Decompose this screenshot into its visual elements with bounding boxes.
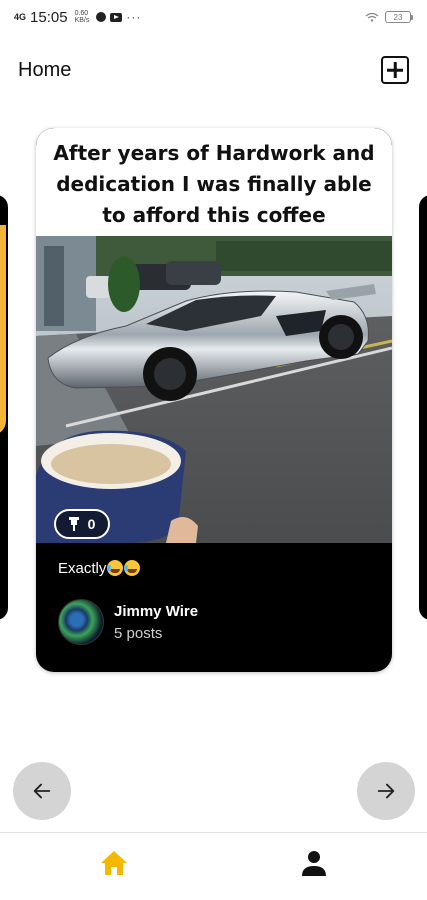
status-time: 15:05 <box>30 8 68 26</box>
previous-post-button[interactable] <box>13 762 71 820</box>
post-text: Exactly <box>58 557 370 579</box>
person-icon <box>302 851 326 876</box>
app-bar: Home <box>0 50 427 90</box>
post-text-content: Exactly <box>58 559 107 577</box>
nav-profile-tab[interactable] <box>298 847 330 879</box>
post-caption-box: After years of Hardwork and dedication I… <box>36 128 392 236</box>
previous-post-card[interactable] <box>0 195 8 620</box>
pin-count: 0 <box>87 516 96 532</box>
more-notifications: ··· <box>126 10 142 24</box>
status-left: 4G 15:05 0.60 KB/s ··· <box>14 9 141 26</box>
author-row[interactable]: Jimmy Wire 5 posts <box>58 599 370 645</box>
pin-icon <box>68 517 79 531</box>
author-avatar[interactable] <box>58 599 104 645</box>
next-post-button[interactable] <box>357 762 415 820</box>
tears-of-joy-emoji-icon <box>107 560 124 576</box>
signal-indicator: 4G <box>14 11 27 22</box>
video-notification-icon <box>110 12 123 22</box>
post-card[interactable]: After years of Hardwork and dedication I… <box>36 128 392 672</box>
post-caption: After years of Hardwork and dedication I… <box>53 140 375 227</box>
post-photo <box>36 236 392 543</box>
add-post-button[interactable] <box>381 56 409 84</box>
pin-button[interactable]: 0 <box>54 509 110 539</box>
network-speed-unit: KB/s <box>74 17 90 24</box>
wifi-icon <box>365 12 379 22</box>
bottom-navigation <box>0 832 427 900</box>
arrow-right-icon <box>377 783 395 799</box>
author-name[interactable]: Jimmy Wire <box>114 603 198 620</box>
network-speed-value: 0.60 <box>74 10 89 17</box>
next-post-card[interactable] <box>419 195 427 620</box>
message-notification-icon <box>96 12 107 22</box>
status-right: 23 <box>365 11 413 23</box>
network-speed: 0.60 KB/s <box>75 10 90 24</box>
nav-home-tab[interactable] <box>98 847 130 879</box>
battery-level: 23 <box>385 11 411 23</box>
battery-icon: 23 <box>385 11 413 23</box>
post-image[interactable]: 0 <box>36 236 392 543</box>
arrow-left-icon <box>33 783 51 799</box>
author-post-count: 5 posts <box>114 624 163 642</box>
author-info: Jimmy Wire 5 posts <box>114 603 198 642</box>
battery-tip <box>411 14 413 20</box>
previous-card-image <box>0 225 6 435</box>
tears-of-joy-emoji-icon <box>124 560 141 576</box>
page-title: Home <box>18 58 72 81</box>
status-bar: 4G 15:05 0.60 KB/s ··· 23 <box>0 0 427 34</box>
home-icon <box>101 851 127 875</box>
post-footer: Exactly Jimmy Wire 5 posts <box>36 543 392 645</box>
